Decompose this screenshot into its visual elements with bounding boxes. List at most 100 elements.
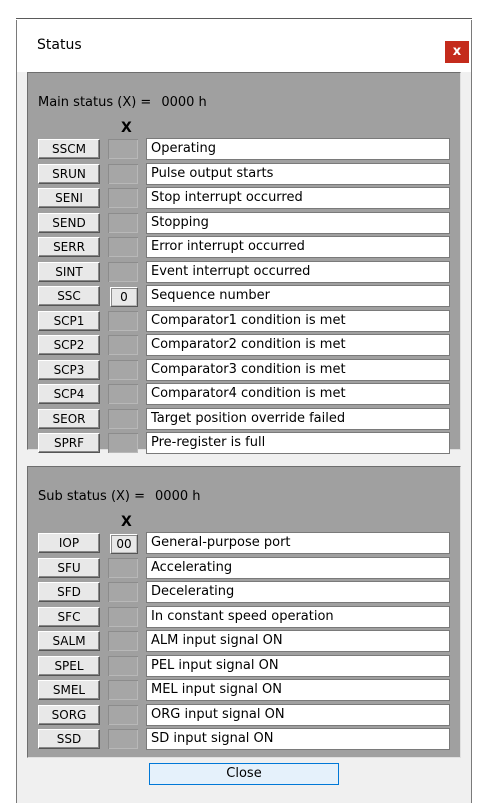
register-button[interactable]: SFD <box>38 582 100 602</box>
status-description: Decelerating <box>146 581 450 603</box>
sub-status-header: Sub status (X) = 0000 h <box>38 489 201 504</box>
status-row: SFC In constant speed operation <box>38 605 450 628</box>
bit-indicator <box>108 655 138 676</box>
main-status-column-x: X <box>121 120 132 136</box>
main-status-header: Main status (X) = 0000 h <box>38 95 207 110</box>
sub-status-panel: Sub status (X) = 0000 h X IOP 00 General-pu… <box>27 466 461 758</box>
main-status-label: Main status (X) = <box>38 95 152 110</box>
status-description: In constant speed operation <box>146 605 450 628</box>
status-description: Operating <box>146 138 450 160</box>
status-row: SALM ALM input signal ON <box>38 630 450 652</box>
status-description: Comparator4 condition is met <box>146 383 450 405</box>
register-button[interactable]: IOP <box>38 533 100 553</box>
status-description: Comparator3 condition is met <box>146 358 450 381</box>
bit-indicator <box>108 680 138 700</box>
register-button[interactable]: SCP4 <box>38 384 100 404</box>
status-row: SCP1 Comparator1 condition is met <box>38 309 450 332</box>
bit-indicator <box>108 261 138 282</box>
sub-status-value: 0000 h <box>155 489 201 504</box>
bit-indicator <box>108 335 138 355</box>
status-row: SERR Error interrupt occurred <box>38 236 450 258</box>
status-description: Error interrupt occurred <box>146 236 450 258</box>
status-row: SEOR Target position override failed <box>38 407 450 430</box>
status-description: Event interrupt occurred <box>146 260 450 283</box>
status-description: Comparator1 condition is met <box>146 309 450 332</box>
status-row: SORG ORG input signal ON <box>38 703 450 726</box>
status-row: SRUN Pulse output starts <box>38 162 450 185</box>
bit-indicator <box>108 557 138 578</box>
status-row: SENI Stop interrupt occurred <box>38 187 450 209</box>
register-button[interactable]: SPRF <box>38 433 100 453</box>
status-row: SPRF Pre-register is full <box>38 432 450 454</box>
register-button[interactable]: SSCM <box>38 139 100 159</box>
register-button[interactable]: SCP1 <box>38 310 100 331</box>
bit-indicator <box>108 139 138 159</box>
bit-indicator <box>108 582 138 602</box>
status-description: Sequence number <box>146 285 450 307</box>
status-description: Pulse output starts <box>146 162 450 185</box>
register-button[interactable]: SCP3 <box>38 359 100 380</box>
bit-indicator <box>108 384 138 404</box>
bit-indicator <box>108 606 138 627</box>
status-row: SPEL PEL input signal ON <box>38 654 450 677</box>
status-row: SMEL MEL input signal ON <box>38 679 450 701</box>
status-row: SEND Stopping <box>38 211 450 234</box>
register-button[interactable]: SFU <box>38 557 100 578</box>
status-dialog: Status x Main status (X) = 0000 h X SSCM O… <box>16 20 472 803</box>
bit-indicator: 0 <box>110 287 138 307</box>
bit-indicator <box>108 433 138 453</box>
status-description: PEL input signal ON <box>146 654 450 677</box>
register-button[interactable]: SENI <box>38 188 100 208</box>
status-description: MEL input signal ON <box>146 679 450 701</box>
bit-indicator <box>108 188 138 208</box>
bit-indicator: 00 <box>110 534 138 554</box>
bit-indicator <box>108 359 138 380</box>
status-row: SFU Accelerating <box>38 556 450 579</box>
bit-indicator <box>108 237 138 257</box>
register-button[interactable]: SFC <box>38 606 100 627</box>
status-row: SSCM Operating <box>38 138 450 160</box>
status-description: Comparator2 condition is met <box>146 334 450 356</box>
register-button[interactable]: SALM <box>38 631 100 651</box>
status-row: SSC 0 Sequence number <box>38 285 450 307</box>
status-description: Accelerating <box>146 556 450 579</box>
status-row: SFD Decelerating <box>38 581 450 603</box>
register-button[interactable]: SEND <box>38 212 100 233</box>
bit-indicator <box>108 408 138 429</box>
status-description: Stopping <box>146 211 450 234</box>
register-button[interactable]: SMEL <box>38 680 100 700</box>
status-row: SCP2 Comparator2 condition is met <box>38 334 450 356</box>
register-button[interactable]: SSC <box>38 286 100 306</box>
bit-indicator <box>108 631 138 651</box>
status-description: SD input signal ON <box>146 728 450 750</box>
sub-status-label: Sub status (X) = <box>38 489 146 504</box>
register-button[interactable]: SERR <box>38 237 100 257</box>
register-button[interactable]: SSD <box>38 729 100 749</box>
status-description: Stop interrupt occurred <box>146 187 450 209</box>
status-row: SCP4 Comparator4 condition is met <box>38 383 450 405</box>
register-button[interactable]: SRUN <box>38 163 100 184</box>
main-status-panel: Main status (X) = 0000 h X SSCM Operating S… <box>27 72 461 454</box>
close-button[interactable]: Close <box>149 763 339 785</box>
bit-indicator <box>108 729 138 749</box>
register-button[interactable]: SCP2 <box>38 335 100 355</box>
register-button[interactable]: SINT <box>38 261 100 282</box>
status-row: SSD SD input signal ON <box>38 728 450 750</box>
status-description: Pre-register is full <box>146 432 450 454</box>
status-description: General-purpose port <box>146 532 450 554</box>
main-status-value: 0000 h <box>161 95 207 110</box>
close-icon[interactable]: x <box>445 41 469 63</box>
status-description: ALM input signal ON <box>146 630 450 652</box>
status-row: SCP3 Comparator3 condition is met <box>38 358 450 381</box>
sub-status-column-x: X <box>121 514 132 530</box>
bit-indicator <box>108 704 138 725</box>
bit-indicator <box>108 310 138 331</box>
status-row: IOP 00 General-purpose port <box>38 532 450 554</box>
register-button[interactable]: SPEL <box>38 655 100 676</box>
bit-indicator <box>108 163 138 184</box>
background-window-edge <box>16 18 472 19</box>
register-button[interactable]: SEOR <box>38 408 100 429</box>
status-description: ORG input signal ON <box>146 703 450 726</box>
register-button[interactable]: SORG <box>38 704 100 725</box>
dialog-title: Status <box>37 37 82 53</box>
